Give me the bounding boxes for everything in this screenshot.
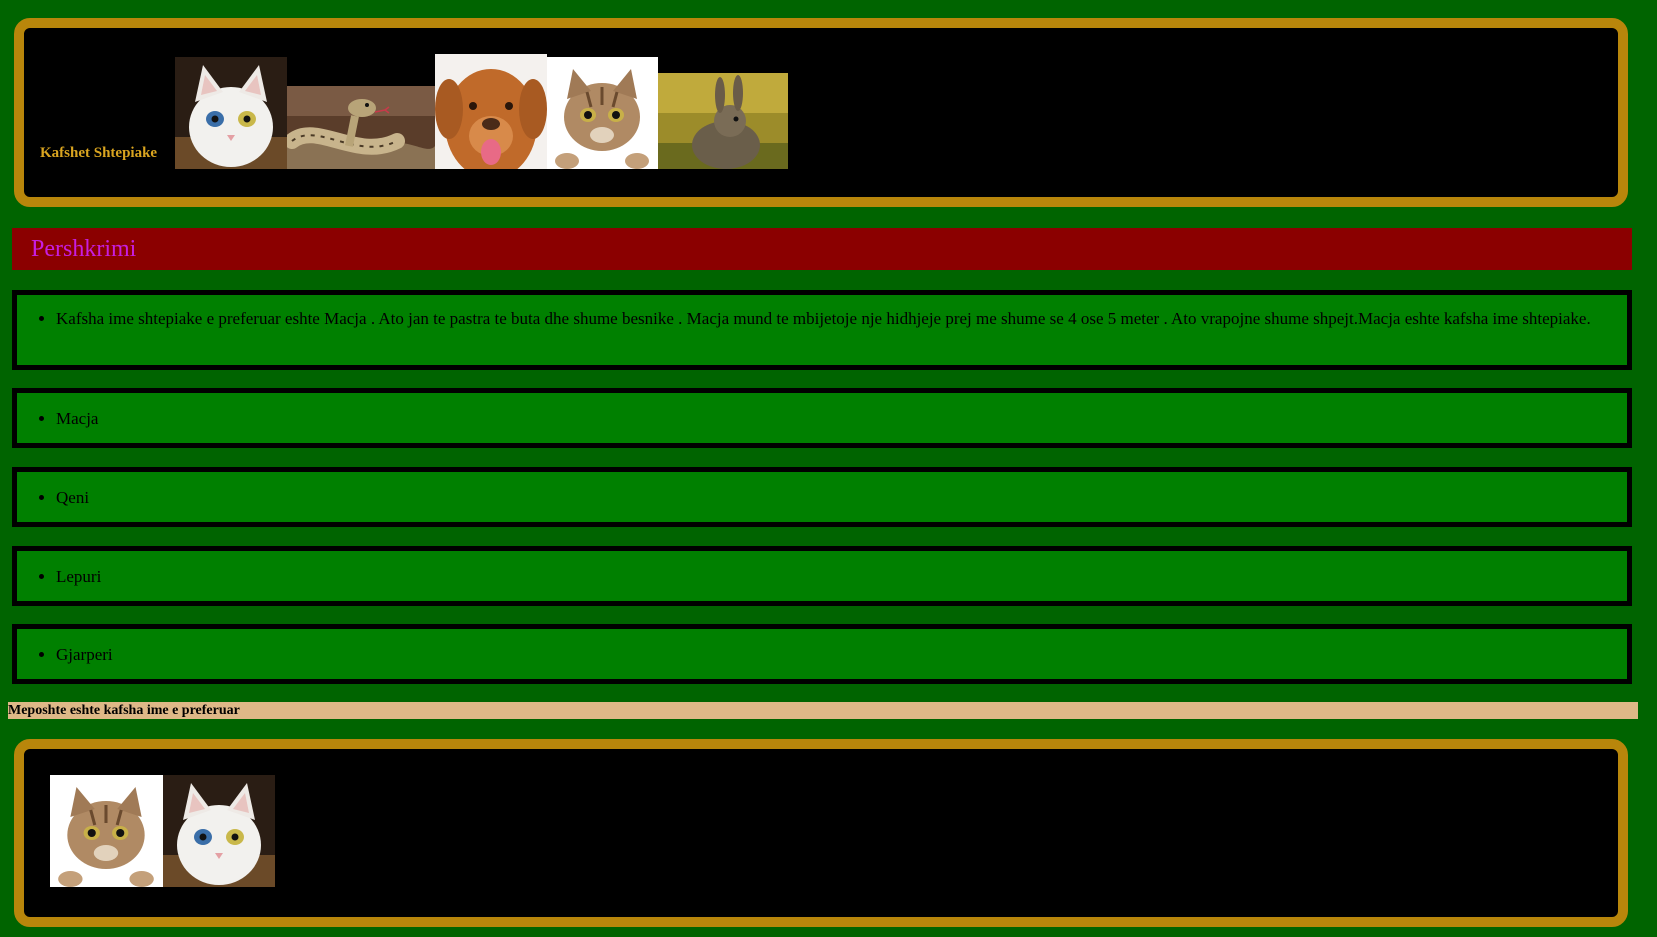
favorite-note: Meposhte eshte kafsha ime e preferuar (8, 703, 240, 718)
tabby-cat-photo (547, 57, 658, 169)
snake-photo (287, 86, 435, 169)
list-item-label: Gjarperi (56, 644, 1627, 665)
list-item: Qeni (12, 467, 1632, 527)
white-cat-photo (175, 57, 287, 169)
list-item-label: Lepuri (56, 566, 1627, 587)
description-box: Kafsha ime shtepiake e preferuar eshte M… (12, 290, 1632, 370)
dog-photo (435, 54, 547, 169)
list-item-label: Macja (56, 408, 1627, 429)
rabbit-photo (658, 73, 788, 169)
favorite-note-bar: Meposhte eshte kafsha ime e preferuar (8, 702, 1638, 719)
list-item: Macja (12, 388, 1632, 448)
list-item: Gjarperi (12, 624, 1632, 684)
list-item: Lepuri (12, 546, 1632, 606)
description-heading-bar: Pershkrimi (12, 228, 1632, 270)
description-text: Kafsha ime shtepiake e preferuar eshte M… (56, 308, 1607, 329)
site-title: Kafshet Shtepiake (40, 145, 158, 161)
tabby-cat-photo (50, 775, 163, 887)
white-cat-photo (163, 775, 275, 887)
description-heading: Pershkrimi (31, 236, 137, 262)
list-item-label: Qeni (56, 487, 1627, 508)
